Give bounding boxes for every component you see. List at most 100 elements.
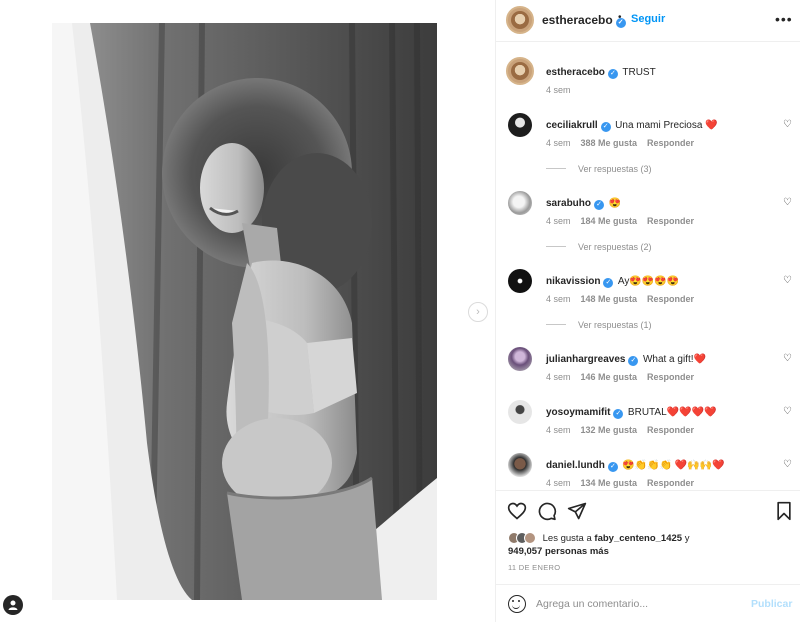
verified-badge-icon: ✓ <box>600 122 611 132</box>
post-photo[interactable] <box>52 23 437 600</box>
view-replies-label[interactable]: Ver respuestas (2) <box>578 242 652 252</box>
author-avatar[interactable] <box>506 6 534 34</box>
view-replies-button[interactable]: Ver respuestas (2) <box>546 242 652 252</box>
comment-meta: 4 sem 388 Me gusta Responder <box>546 138 704 148</box>
commenter-avatar[interactable] <box>508 453 532 477</box>
comment-item: yosoymamifit ✓ BRUTAL❤️❤️❤️❤️ ♡ 4 sem 132 … <box>496 396 800 448</box>
comment-username[interactable]: daniel.lundh <box>546 460 605 471</box>
replies-divider <box>546 168 566 169</box>
comment-time[interactable]: 4 sem <box>546 478 571 488</box>
verified-badge-icon: ✓ <box>594 200 605 210</box>
comment-meta: 4 sem 132 Me gusta Responder <box>546 425 704 435</box>
comment-username[interactable]: ceciliakrull <box>546 120 598 131</box>
view-replies-button[interactable]: Ver respuestas (3) <box>546 164 652 174</box>
reply-button[interactable]: Responder <box>647 372 694 382</box>
comment-likes[interactable]: 184 Me gusta <box>581 216 638 226</box>
comment-line: julianhargreaves ✓ What a gift!❤️ <box>546 349 706 367</box>
comment-like-heart-icon[interactable]: ♡ <box>783 406 792 417</box>
comment-input[interactable] <box>536 593 736 615</box>
more-options-icon[interactable]: ••• <box>775 11 793 27</box>
comment-text: Ay😍😍😍😍 <box>617 276 680 287</box>
commenter-avatar[interactable] <box>508 191 532 215</box>
comment-likes[interactable]: 388 Me gusta <box>581 138 638 148</box>
commenter-avatar[interactable] <box>508 269 532 293</box>
comment-time[interactable]: 4 sem <box>546 138 571 148</box>
photo-area: › <box>0 0 495 622</box>
comment-line: nikavission ✓ Ay😍😍😍😍 <box>546 271 679 289</box>
likes-count[interactable]: 949,057 personas más <box>508 546 609 557</box>
verified-badge-icon: ✓ <box>613 409 624 419</box>
comment-text: 😍 <box>608 198 621 209</box>
next-photo-button[interactable]: › <box>468 302 488 322</box>
comment-likes[interactable]: 148 Me gusta <box>581 294 638 304</box>
reply-button[interactable]: Responder <box>647 138 694 148</box>
commenter-avatar[interactable] <box>508 400 532 424</box>
comment-username[interactable]: nikavission <box>546 276 600 287</box>
view-replies-label[interactable]: Ver respuestas (3) <box>578 164 652 174</box>
publish-button[interactable]: Publicar <box>751 598 792 610</box>
verified-badge-icon: ✓ <box>607 462 618 472</box>
comment-text: 😍👏👏👏 ❤️🙌🙌❤️ <box>622 460 725 471</box>
post-header: estheracebo ✓ • Seguir ••• <box>496 0 800 42</box>
view-replies-button[interactable]: Ver respuestas (1) <box>546 320 652 330</box>
post-actions <box>496 490 800 530</box>
comments-list[interactable]: estheracebo ✓ TRUST 4 sem ceciliakrull ✓ U… <box>496 43 800 490</box>
comment-text: BRUTAL❤️❤️❤️❤️ <box>627 407 717 418</box>
comment-item: nikavission ✓ Ay😍😍😍😍 ♡ 4 sem 148 Me gusta R… <box>496 265 800 341</box>
view-replies-label[interactable]: Ver respuestas (1) <box>578 320 652 330</box>
commenter-avatar[interactable] <box>508 347 532 371</box>
reply-button[interactable]: Responder <box>647 294 694 304</box>
comment-likes[interactable]: 146 Me gusta <box>581 372 638 382</box>
chevron-right-icon: › <box>476 306 480 318</box>
comment-line: yosoymamifit ✓ BRUTAL❤️❤️❤️❤️ <box>546 402 716 420</box>
comment-item: julianhargreaves ✓ What a gift!❤️ ♡ 4 sem… <box>496 343 800 395</box>
separator-dot: • <box>618 12 622 23</box>
comment-likes[interactable]: 132 Me gusta <box>581 425 638 435</box>
commenter-avatar[interactable] <box>508 113 532 137</box>
reply-button[interactable]: Responder <box>647 216 694 226</box>
save-bookmark-icon[interactable] <box>774 501 794 521</box>
comment-username[interactable]: julianhargreaves <box>546 354 625 365</box>
author-username[interactable]: estheracebo <box>542 13 613 27</box>
caption: estheracebo ✓ TRUST 4 sem <box>496 55 800 105</box>
comment-item: ceciliakrull ✓ Una mami Preciosa ❤️ ♡ 4 s… <box>496 109 800 185</box>
instagram-post-modal: › estheracebo ✓ • Seguir ••• estheracebo… <box>0 0 800 622</box>
comment-line: daniel.lundh ✓ 😍👏👏👏 ❤️🙌🙌❤️ <box>546 455 725 473</box>
verified-badge-icon: ✓ <box>607 69 618 79</box>
share-send-icon[interactable] <box>567 501 587 521</box>
comment-meta: 4 sem 146 Me gusta Responder <box>546 372 704 382</box>
comment-time[interactable]: 4 sem <box>546 425 571 435</box>
reply-button[interactable]: Responder <box>647 478 694 488</box>
comment-meta: 4 sem 184 Me gusta Responder <box>546 216 704 226</box>
comment-like-heart-icon[interactable]: ♡ <box>783 119 792 130</box>
caption-time[interactable]: 4 sem <box>546 85 571 95</box>
follow-button[interactable]: Seguir <box>631 13 665 25</box>
comment-time[interactable]: 4 sem <box>546 294 571 304</box>
replies-divider <box>546 324 566 325</box>
comment-time[interactable]: 4 sem <box>546 216 571 226</box>
post-date[interactable]: 11 DE ENERO <box>508 563 560 572</box>
like-heart-icon[interactable] <box>507 501 527 521</box>
verified-badge-icon: ✓ <box>603 278 614 288</box>
comment-like-heart-icon[interactable]: ♡ <box>783 353 792 364</box>
caption-username[interactable]: estheracebo <box>546 67 605 78</box>
comment-time[interactable]: 4 sem <box>546 372 571 382</box>
profile-icon[interactable] <box>3 595 23 615</box>
emoji-smile-icon[interactable] <box>508 595 526 613</box>
likes-summary[interactable]: Les gusta a faby_centeno_1425 y 949,057 … <box>508 532 798 558</box>
comment-username[interactable]: sarabuho <box>546 198 591 209</box>
post-photo-illustration <box>52 23 437 600</box>
comment-item: sarabuho ✓ 😍 ♡ 4 sem 184 Me gusta Responder… <box>496 187 800 263</box>
comment-like-heart-icon[interactable]: ♡ <box>783 459 792 470</box>
author-username-row[interactable]: estheracebo ✓ <box>542 13 626 28</box>
comment-like-heart-icon[interactable]: ♡ <box>783 197 792 208</box>
caption-avatar[interactable] <box>506 57 534 85</box>
comment-like-heart-icon[interactable]: ♡ <box>783 275 792 286</box>
comment-likes[interactable]: 134 Me gusta <box>581 478 638 488</box>
comment-bubble-icon[interactable] <box>537 501 557 521</box>
add-comment-bar: Publicar <box>496 584 800 622</box>
likes-first-user[interactable]: faby_centeno_1425 <box>594 533 682 544</box>
reply-button[interactable]: Responder <box>647 425 694 435</box>
comment-username[interactable]: yosoymamifit <box>546 407 610 418</box>
replies-divider <box>546 246 566 247</box>
